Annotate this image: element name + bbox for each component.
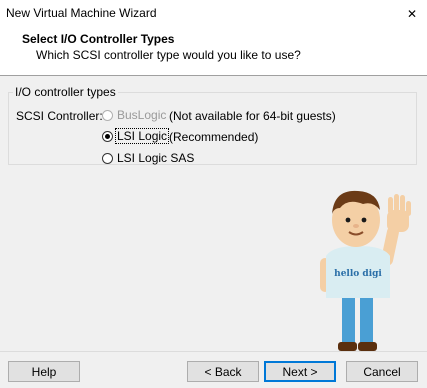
wizard-footer: Help < Back Next > Cancel [0, 352, 427, 388]
next-button[interactable]: Next > [264, 361, 336, 382]
radio-button-icon[interactable] [102, 152, 113, 164]
mascot-illustration: hello digi [320, 190, 411, 351]
radio-button-checked-icon[interactable] [102, 130, 113, 142]
window-title: New Virtual Machine Wizard [6, 6, 157, 20]
radio-lsi-logic-label: LSI Logic [114, 128, 170, 144]
radio-buslogic[interactable]: BusLogic [102, 108, 167, 122]
group-legend: I/O controller types [15, 85, 116, 99]
page-subtitle: Which SCSI controller type would you lik… [36, 48, 301, 62]
radio-buslogic-label: BusLogic [117, 108, 167, 122]
radio-button-icon[interactable] [102, 109, 113, 121]
page-title: Select I/O Controller Types [22, 32, 175, 46]
lsi-logic-note: (Recommended) [169, 130, 259, 144]
help-button[interactable]: Help [8, 361, 80, 382]
cancel-button[interactable]: Cancel [346, 361, 418, 382]
wizard-header: Select I/O Controller Types Which SCSI c… [0, 28, 427, 75]
buslogic-note: (Not available for 64-bit guests) [169, 109, 336, 123]
io-controller-group: I/O controller types [8, 85, 417, 165]
close-icon: ✕ [406, 7, 418, 21]
back-button[interactable]: < Back [187, 361, 259, 382]
scsi-controller-label: SCSI Controller: [16, 109, 103, 123]
radio-lsi-logic[interactable]: LSI Logic [102, 128, 170, 144]
close-button[interactable]: ✕ [397, 0, 427, 28]
mascot-shirt-text: hello digi [334, 269, 382, 279]
radio-lsi-logic-sas[interactable]: LSI Logic SAS [102, 151, 195, 165]
radio-lsi-logic-sas-label: LSI Logic SAS [117, 151, 195, 165]
title-bar: New Virtual Machine Wizard ✕ [0, 0, 427, 28]
